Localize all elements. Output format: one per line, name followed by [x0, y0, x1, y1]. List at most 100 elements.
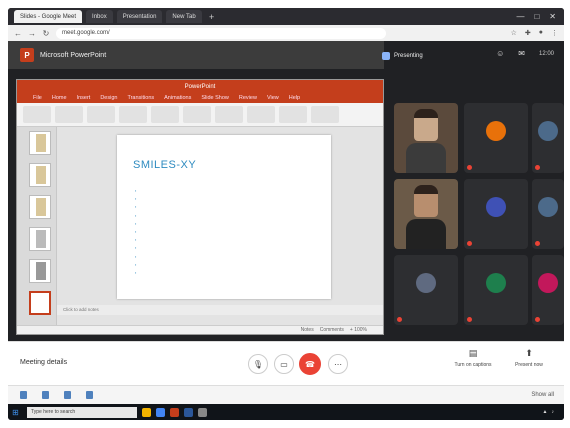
ribbon-group[interactable]: [183, 106, 211, 123]
present-now-button[interactable]: ⬆ Present now: [504, 348, 554, 368]
participant-tile[interactable]: [464, 179, 528, 249]
mic-icon[interactable]: 🎙: [248, 354, 268, 374]
taskbar-search[interactable]: Type here to search: [27, 406, 137, 418]
powerpoint-icon[interactable]: [170, 407, 179, 417]
menu-help[interactable]: Help: [289, 95, 300, 101]
camera-icon[interactable]: ▭: [274, 354, 294, 374]
menu-design[interactable]: Design: [100, 95, 117, 101]
people-icon[interactable]: ☺: [496, 49, 504, 58]
menu-file[interactable]: File: [33, 95, 42, 101]
download-item[interactable]: [86, 391, 96, 399]
participant-tile[interactable]: [532, 103, 564, 173]
slide-bullet: [135, 220, 321, 228]
ribbon-group[interactable]: [215, 106, 243, 123]
meeting-details-button[interactable]: Meeting details: [20, 359, 67, 366]
system-tray: ▲ ♪: [543, 409, 564, 415]
ribbon-group[interactable]: [311, 106, 339, 123]
ribbon-group[interactable]: [247, 106, 275, 123]
network-icon[interactable]: ▲: [543, 409, 548, 415]
participant-tile[interactable]: [532, 179, 564, 249]
windows-taskbar: ⊞ Type here to search ▲ ♪: [8, 404, 564, 420]
end-call-button[interactable]: ☎: [299, 353, 321, 375]
show-all-downloads[interactable]: Show all: [531, 392, 554, 398]
participant-tile-video[interactable]: [394, 103, 458, 173]
windows-start-icon[interactable]: ⊞: [12, 408, 22, 417]
slide-thumbnail[interactable]: [29, 163, 51, 187]
reload-icon[interactable]: ↻: [42, 29, 50, 38]
slide-thumbnail-selected[interactable]: [29, 291, 51, 315]
chat-icon[interactable]: ✉: [518, 49, 525, 58]
ribbon-group[interactable]: [119, 106, 147, 123]
ppt-editor-body: SMILES-XY Click to: [17, 127, 383, 327]
participant-grid: [390, 99, 564, 335]
menu-home[interactable]: Home: [52, 95, 67, 101]
star-icon[interactable]: ☆: [511, 29, 517, 37]
notes-pane[interactable]: Click to add notes: [57, 305, 383, 315]
volume-icon[interactable]: ♪: [552, 409, 555, 415]
slide-thumbnail[interactable]: [29, 259, 51, 283]
video-person: [406, 143, 446, 173]
file-icon: [42, 391, 49, 399]
captions-icon[interactable]: ⋯: [328, 354, 348, 374]
comments-toggle[interactable]: Comments: [320, 327, 344, 333]
participant-tile[interactable]: [532, 255, 564, 325]
clock: 12:00: [538, 50, 554, 57]
profile-icon[interactable]: ●: [539, 29, 543, 37]
participant-tile[interactable]: [464, 255, 528, 325]
maximize-button[interactable]: □: [534, 12, 539, 21]
slide-thumbnail[interactable]: [29, 195, 51, 219]
participant-name: [535, 317, 542, 322]
participant-avatar: [538, 273, 558, 293]
present-icon: ⬆: [525, 348, 533, 358]
forward-icon[interactable]: →: [28, 29, 36, 38]
ppt-status-bar: Notes Comments + 100%: [17, 325, 383, 334]
browser-tab-presentation[interactable]: Presentation: [116, 10, 163, 23]
powerpoint-logo-icon: P: [20, 48, 34, 62]
slide-bullet: [135, 244, 321, 252]
new-tab-button[interactable]: +: [206, 12, 218, 22]
menu-animations[interactable]: Animations: [164, 95, 191, 101]
meet-control-bar: Meeting details 🎙 ▭ ☎ ⋯ ▤ Turn on captio…: [8, 341, 564, 385]
minimize-button[interactable]: —: [516, 12, 524, 21]
word-icon[interactable]: [184, 407, 193, 417]
back-icon[interactable]: ←: [14, 29, 22, 38]
download-item[interactable]: [64, 391, 74, 399]
menu-review[interactable]: Review: [239, 95, 257, 101]
ribbon-group[interactable]: [23, 106, 51, 123]
zoom-level[interactable]: + 100%: [350, 327, 367, 333]
app-icon[interactable]: [198, 407, 207, 417]
extensions-icon[interactable]: ✚: [525, 29, 531, 37]
captions-button[interactable]: ▤ Turn on captions: [448, 348, 498, 368]
ribbon-group[interactable]: [151, 106, 179, 123]
participant-tile[interactable]: [464, 103, 528, 173]
ribbon-group[interactable]: [279, 106, 307, 123]
presenter-chip: Presenting: [382, 47, 448, 65]
browser-tab-meet[interactable]: Slides - Google Meet: [14, 10, 83, 23]
ppt-ribbon: [17, 103, 383, 127]
menu-view[interactable]: View: [267, 95, 279, 101]
ribbon-group[interactable]: [87, 106, 115, 123]
tab-label: Slides - Google Meet: [20, 13, 77, 20]
close-button[interactable]: ✕: [549, 12, 556, 21]
slide-thumbnail[interactable]: [29, 131, 51, 155]
browser-tab-new[interactable]: New Tab: [166, 10, 202, 23]
ribbon-group[interactable]: [55, 106, 83, 123]
menu-transitions[interactable]: Transitions: [127, 95, 154, 101]
browser-tab-inbox[interactable]: Inbox: [86, 10, 113, 23]
participant-tile[interactable]: [394, 255, 458, 325]
participant-name: [467, 317, 474, 322]
video-person: [406, 219, 446, 249]
notes-toggle[interactable]: Notes: [301, 327, 314, 333]
menu-insert[interactable]: Insert: [77, 95, 91, 101]
tab-label: Inbox: [92, 13, 107, 20]
menu-slide-show[interactable]: Slide Show: [201, 95, 229, 101]
participant-tile-video[interactable]: [394, 179, 458, 249]
download-item[interactable]: [42, 391, 52, 399]
file-explorer-icon[interactable]: [142, 407, 151, 417]
download-item[interactable]: [20, 391, 30, 399]
url-field[interactable]: meet.google.com/: [56, 27, 386, 39]
menu-icon[interactable]: ⋮: [551, 29, 558, 37]
current-slide[interactable]: SMILES-XY: [117, 135, 331, 299]
slide-thumbnail[interactable]: [29, 227, 51, 251]
chrome-icon[interactable]: [156, 407, 165, 417]
